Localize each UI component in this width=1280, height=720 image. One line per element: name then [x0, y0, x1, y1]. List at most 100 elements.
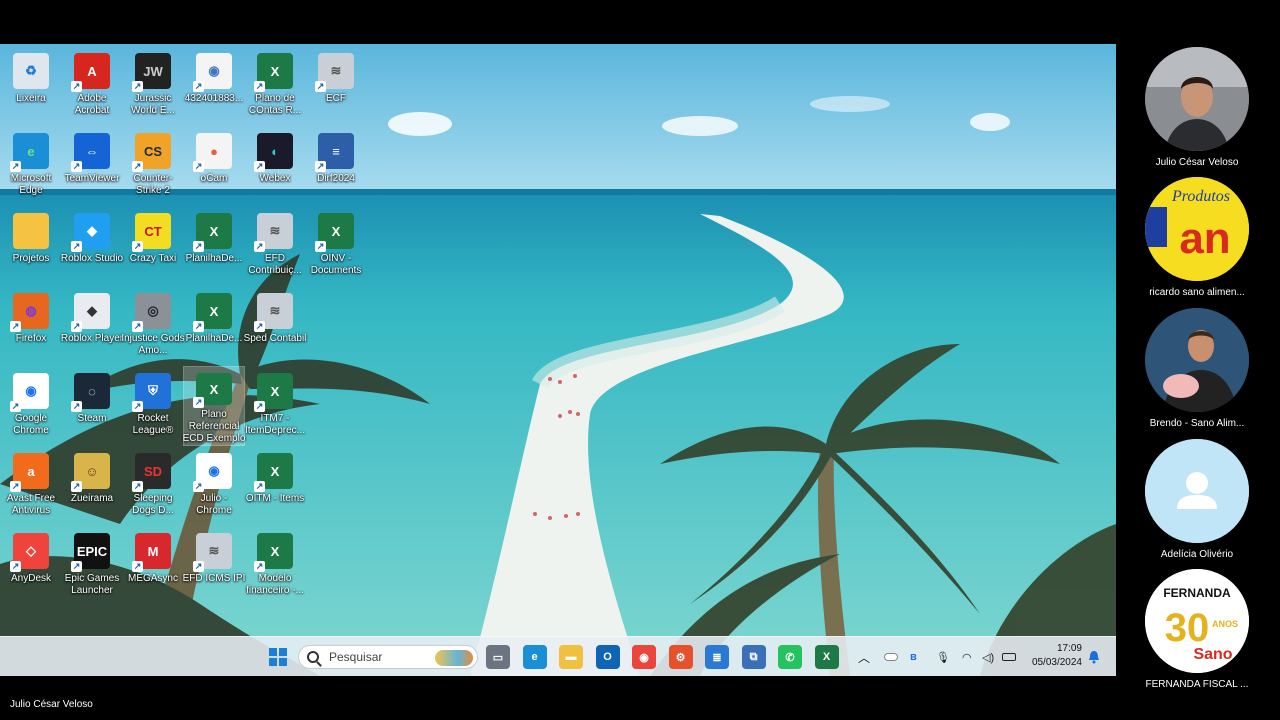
shortcut-arrow-icon: ↗	[10, 481, 21, 492]
excel-file-icon: X ↗	[193, 213, 232, 252]
desktop-shortcut[interactable]: X ↗ Plano Referencial ECD Exemplo	[183, 366, 245, 446]
desktop-shortcut[interactable]: ♻ Lixeira	[1, 47, 61, 125]
wifi-icon[interactable]: ◠	[962, 651, 972, 664]
excel-file-icon: X ↗	[254, 453, 293, 492]
desktop-shortcut[interactable]: ≡ ↗ Dirf2024	[306, 127, 366, 205]
notepad-icon[interactable]: ≣	[705, 645, 729, 669]
desktop-shortcut[interactable]: ◐ ↗ Webex	[245, 127, 305, 205]
task-view-icon[interactable]: ▭	[486, 645, 510, 669]
desktop-shortcut[interactable]: A ↗ Adobe Acrobat	[62, 47, 122, 125]
desktop-shortcut[interactable]: EPIC ↗ Epic Games Launcher	[62, 527, 122, 605]
crazy-taxi-icon: CT ↗	[132, 213, 171, 252]
shortcut-arrow-icon: ↗	[132, 241, 143, 252]
shortcut-arrow-icon: ↗	[132, 561, 143, 572]
desktop-shortcut[interactable]: SD ↗ Sleeping Dogs D...	[123, 447, 183, 525]
taskbar-clock[interactable]: 17:09 05/03/2024	[1028, 642, 1082, 670]
zueirama-icon: ☺ ↗	[71, 453, 110, 492]
shortcut-arrow-icon: ↗	[254, 481, 265, 492]
desktop-shortcut[interactable]: X ↗ Modelo financeiro -...	[245, 527, 305, 605]
desktop-shortcut[interactable]: ≋ ↗ EFD Contribuiç...	[245, 207, 305, 285]
speaker-icon[interactable]: ◁)	[982, 651, 994, 664]
jurassic-world-icon: JW ↗	[132, 53, 171, 92]
excel-file-icon: X ↗	[193, 373, 232, 408]
chevron-up-icon[interactable]: ︿	[858, 649, 870, 666]
shortcut-arrow-icon: ↗	[71, 81, 82, 92]
mega-icon: M ↗	[132, 533, 171, 572]
participant-tile-1[interactable]: Julio César Veloso	[1132, 47, 1262, 168]
shortcut-arrow-icon: ↗	[10, 561, 21, 572]
desktop-shortcut[interactable]: X ↗ Plano de COntas R...	[245, 47, 305, 125]
desktop-shortcut[interactable]: ● ↗ oCam	[184, 127, 244, 205]
shortcut-arrow-icon: ↗	[132, 321, 143, 332]
desktop-shortcut[interactable]: ≋ ↗ Sped Contabil	[244, 287, 306, 365]
rocket-league-icon: ⛨ ↗	[132, 373, 171, 412]
avast-icon: a ↗	[10, 453, 49, 492]
notification-bell-icon[interactable]	[1088, 637, 1100, 676]
participant-tile-2[interactable]: Produtos an ricardo sano alimen...	[1132, 177, 1262, 298]
desktop-shortcut-label: Firefox	[15, 333, 47, 344]
desktop-shortcut[interactable]: ◎ ↗ Injustice Gods Amo...	[121, 287, 185, 365]
ocam-icon: ● ↗	[193, 133, 232, 172]
bluetooth-icon[interactable]: ʙ	[910, 651, 917, 663]
excel-file-icon: X ↗	[254, 533, 293, 572]
participant-tile-5[interactable]: FERNANDA 30 ANOS Sano FERNANDA FISCAL ..…	[1132, 569, 1262, 690]
shortcut-arrow-icon: ↗	[193, 397, 204, 408]
desktop-shortcut[interactable]: Projetos	[1, 207, 61, 285]
onedrive-cloud-icon[interactable]	[884, 653, 898, 661]
injustice-icon: ◎ ↗	[132, 293, 171, 332]
desktop-shortcut[interactable]: ⛨ ↗ Rocket League®	[123, 367, 183, 445]
desktop-shortcut-label: Avast Free Antivirus	[6, 493, 56, 516]
desktop-shortcut-label: MEGAsync	[127, 573, 178, 584]
desktop-shortcut[interactable]: ☺ ↗ Zueirama	[62, 447, 122, 525]
desktop-shortcut[interactable]: X ↗ OINV - Documents	[306, 207, 366, 285]
participant-name: FERNANDA FISCAL ...	[1145, 679, 1249, 690]
desktop-shortcut-label: Sleeping Dogs D...	[132, 493, 174, 516]
participant-tile-3[interactable]: Brendo - Sano Alim...	[1132, 308, 1262, 429]
desktop-shortcut[interactable]: ◆ ↗ Roblox Player	[61, 287, 123, 365]
desktop-shortcut[interactable]: X ↗ OITM - Items	[245, 447, 305, 525]
desktop-shortcut[interactable]: ≋ ↗ EFD ICMS IPI	[182, 527, 246, 605]
desktop-shortcut-label: EFD ICMS IPI	[182, 573, 246, 584]
desktop-shortcut[interactable]: X ↗ PlanilhaDe...	[184, 287, 244, 365]
whatsapp-icon[interactable]: ✆	[778, 645, 802, 669]
start-button[interactable]	[266, 645, 290, 669]
desktop-shortcut[interactable]: ◌ ↗ Steam	[62, 367, 122, 445]
participant-tile-4[interactable]: Adelícia Olivério	[1132, 439, 1262, 560]
desktop-shortcut-label: Dirf2024	[317, 173, 355, 184]
desktop-shortcut[interactable]: ◉ ↗ Julio - Chrome	[184, 447, 244, 525]
rdp-icon[interactable]: ⧉	[741, 645, 766, 669]
battery-icon[interactable]	[1002, 653, 1016, 661]
outlook-icon[interactable]: O	[595, 645, 620, 669]
chrome-icon[interactable]: ◉	[632, 645, 656, 669]
desktop-shortcut[interactable]: ◉ ↗ Google Chrome	[1, 367, 61, 445]
epic-games-icon: EPIC ↗	[71, 533, 110, 572]
desktop-shortcut[interactable]: ⇔ ↗ TeamViewer	[62, 127, 122, 205]
desktop-shortcut[interactable]: ◇ ↗ AnyDesk	[1, 527, 61, 605]
microphone-icon[interactable]: 🎙	[936, 651, 950, 664]
desktop-shortcut[interactable]: X ↗ PlanilhaDe...	[184, 207, 244, 285]
taskbar-search-box[interactable]: Pesquisar	[298, 645, 478, 669]
file-explorer-icon[interactable]: ▬	[559, 645, 583, 669]
excel-icon[interactable]: X	[814, 645, 839, 669]
desktop-shortcut[interactable]: ◉ ↗ 432401883...	[184, 47, 244, 125]
excel-file-icon: X ↗	[254, 373, 293, 412]
shortcut-arrow-icon: ↗	[193, 481, 204, 492]
shortcut-arrow-icon: ↗	[254, 161, 265, 172]
shortcut-arrow-icon: ↗	[254, 401, 265, 412]
sap-app-icon[interactable]: ⚙	[668, 645, 693, 669]
desktop-shortcut[interactable]: ◆ ↗ Roblox Studio	[61, 207, 123, 285]
desktop-shortcut[interactable]: e ↗ Microsoft Edge	[1, 127, 61, 205]
desktop-shortcut[interactable]: CT ↗ Crazy Taxi	[123, 207, 183, 285]
desktop-shortcut[interactable]: M ↗ MEGAsync	[123, 527, 183, 605]
desktop-shortcut[interactable]: JW ↗ Jurassic World E...	[123, 47, 183, 125]
desktop-shortcut[interactable]: CS ↗ Counter-Strike 2	[123, 127, 183, 205]
desktop-shortcut[interactable]: ≋ ↗ ECF	[306, 47, 366, 125]
shortcut-arrow-icon: ↗	[71, 481, 82, 492]
desktop-shortcut[interactable]: ◍ ↗ Firefox	[1, 287, 61, 365]
desktop-shortcut[interactable]: X ↗ ITM7 - ItemDeprec...	[245, 367, 305, 445]
shortcut-arrow-icon: ↗	[71, 241, 82, 252]
desktop-shortcut-label: Steam	[77, 413, 107, 424]
desktop-shortcut[interactable]: a ↗ Avast Free Antivirus	[1, 447, 61, 525]
edge-icon[interactable]: e	[522, 645, 547, 669]
search-highlight-image	[435, 650, 473, 666]
